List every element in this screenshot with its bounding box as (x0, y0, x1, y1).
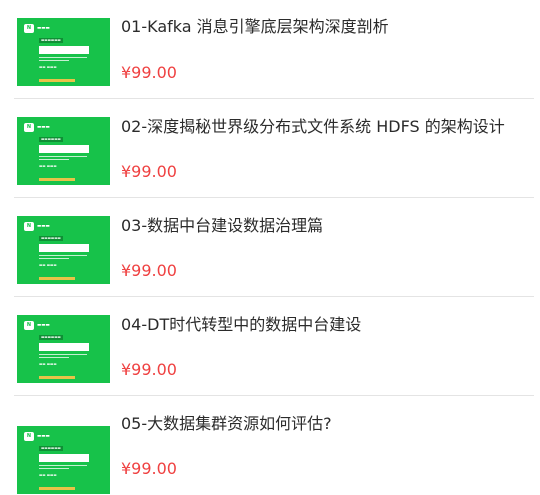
course-item[interactable]: N ▬▬▬ ▬▬▬▬▬▬ ▬▬ ▬▬▬ 02-深度揭秘世界级分布式文件系统 HD… (0, 99, 540, 198)
course-item[interactable]: N ▬▬▬ ▬▬▬▬▬▬ ▬▬ ▬▬▬ 03-数据中台建设数据治理篇 ¥99.0… (0, 198, 540, 297)
thumbnail-bottom-bar (39, 376, 75, 379)
course-price: ¥99.00 (121, 261, 177, 280)
thumbnail-tag: ▬▬▬▬▬▬ (39, 335, 63, 340)
brand-logo-mark: ▬▬▬ (37, 323, 50, 328)
thumbnail-title-box (39, 145, 89, 153)
course-thumbnail: N ▬▬▬ ▬▬▬▬▬▬ ▬▬ ▬▬▬ (17, 426, 110, 494)
brand-logo-mark: ▬▬▬ (37, 125, 50, 130)
thumbnail-bottom-bar (39, 277, 75, 280)
brand-logo-mark: ▬▬▬ (37, 26, 50, 31)
thumbnail-tag: ▬▬▬▬▬▬ (39, 236, 63, 241)
thumbnail-text-line (39, 156, 87, 157)
thumbnail-speaker-line: ▬▬ ▬▬▬ (39, 473, 57, 477)
brand-logo-icon: N (24, 24, 34, 33)
course-thumbnail: N ▬▬▬ ▬▬▬▬▬▬ ▬▬ ▬▬▬ (17, 315, 110, 383)
thumbnail-tag: ▬▬▬▬▬▬ (39, 446, 63, 451)
thumbnail-text-line (39, 57, 87, 58)
course-title[interactable]: 03-数据中台建设数据治理篇 (121, 216, 323, 236)
brand-logo-icon: N (24, 321, 34, 330)
thumbnail-bottom-bar (39, 178, 75, 181)
course-title[interactable]: 04-DT时代转型中的数据中台建设 (121, 315, 361, 335)
course-title[interactable]: 05-大数据集群资源如何评估? (121, 414, 332, 434)
course-price: ¥99.00 (121, 162, 177, 181)
thumbnail-text-line (39, 159, 69, 160)
course-thumbnail: N ▬▬▬ ▬▬▬▬▬▬ ▬▬ ▬▬▬ (17, 18, 110, 86)
thumbnail-text-line (39, 255, 87, 256)
course-price: ¥99.00 (121, 360, 177, 379)
thumbnail-title-box (39, 454, 89, 462)
thumbnail-speaker-line: ▬▬ ▬▬▬ (39, 164, 57, 168)
thumbnail-bottom-bar (39, 487, 75, 490)
brand-logo-icon: N (24, 222, 34, 231)
brand-logo-mark: ▬▬▬ (37, 224, 50, 229)
thumbnail-text-line (39, 60, 69, 61)
course-thumbnail: N ▬▬▬ ▬▬▬▬▬▬ ▬▬ ▬▬▬ (17, 117, 110, 185)
course-title[interactable]: 01-Kafka 消息引擎底层架构深度剖析 (121, 17, 389, 37)
course-item[interactable]: N ▬▬▬ ▬▬▬▬▬▬ ▬▬ ▬▬▬ 01-Kafka 消息引擎底层架构深度剖… (0, 0, 540, 99)
thumbnail-tag: ▬▬▬▬▬▬ (39, 137, 63, 142)
thumbnail-text-line (39, 357, 69, 358)
thumbnail-tag: ▬▬▬▬▬▬ (39, 38, 63, 43)
course-item[interactable]: N ▬▬▬ ▬▬▬▬▬▬ ▬▬ ▬▬▬ 05-大数据集群资源如何评估? ¥99.… (0, 396, 540, 495)
thumbnail-speaker-line: ▬▬ ▬▬▬ (39, 65, 57, 69)
course-list: N ▬▬▬ ▬▬▬▬▬▬ ▬▬ ▬▬▬ 01-Kafka 消息引擎底层架构深度剖… (0, 0, 540, 494)
thumbnail-bottom-bar (39, 79, 75, 82)
course-thumbnail: N ▬▬▬ ▬▬▬▬▬▬ ▬▬ ▬▬▬ (17, 216, 110, 284)
thumbnail-speaker-line: ▬▬ ▬▬▬ (39, 263, 57, 267)
thumbnail-text-line (39, 465, 87, 466)
course-item[interactable]: N ▬▬▬ ▬▬▬▬▬▬ ▬▬ ▬▬▬ 04-DT时代转型中的数据中台建设 ¥9… (0, 297, 540, 396)
course-title[interactable]: 02-深度揭秘世界级分布式文件系统 HDFS 的架构设计 (121, 117, 505, 137)
thumbnail-text-line (39, 468, 69, 469)
brand-logo-icon: N (24, 123, 34, 132)
brand-logo-icon: N (24, 432, 34, 441)
thumbnail-speaker-line: ▬▬ ▬▬▬ (39, 362, 57, 366)
course-price: ¥99.00 (121, 459, 177, 478)
brand-logo-mark: ▬▬▬ (37, 434, 50, 439)
thumbnail-text-line (39, 354, 87, 355)
thumbnail-title-box (39, 343, 89, 351)
thumbnail-title-box (39, 46, 89, 54)
thumbnail-text-line (39, 258, 69, 259)
course-price: ¥99.00 (121, 63, 177, 82)
thumbnail-title-box (39, 244, 89, 252)
